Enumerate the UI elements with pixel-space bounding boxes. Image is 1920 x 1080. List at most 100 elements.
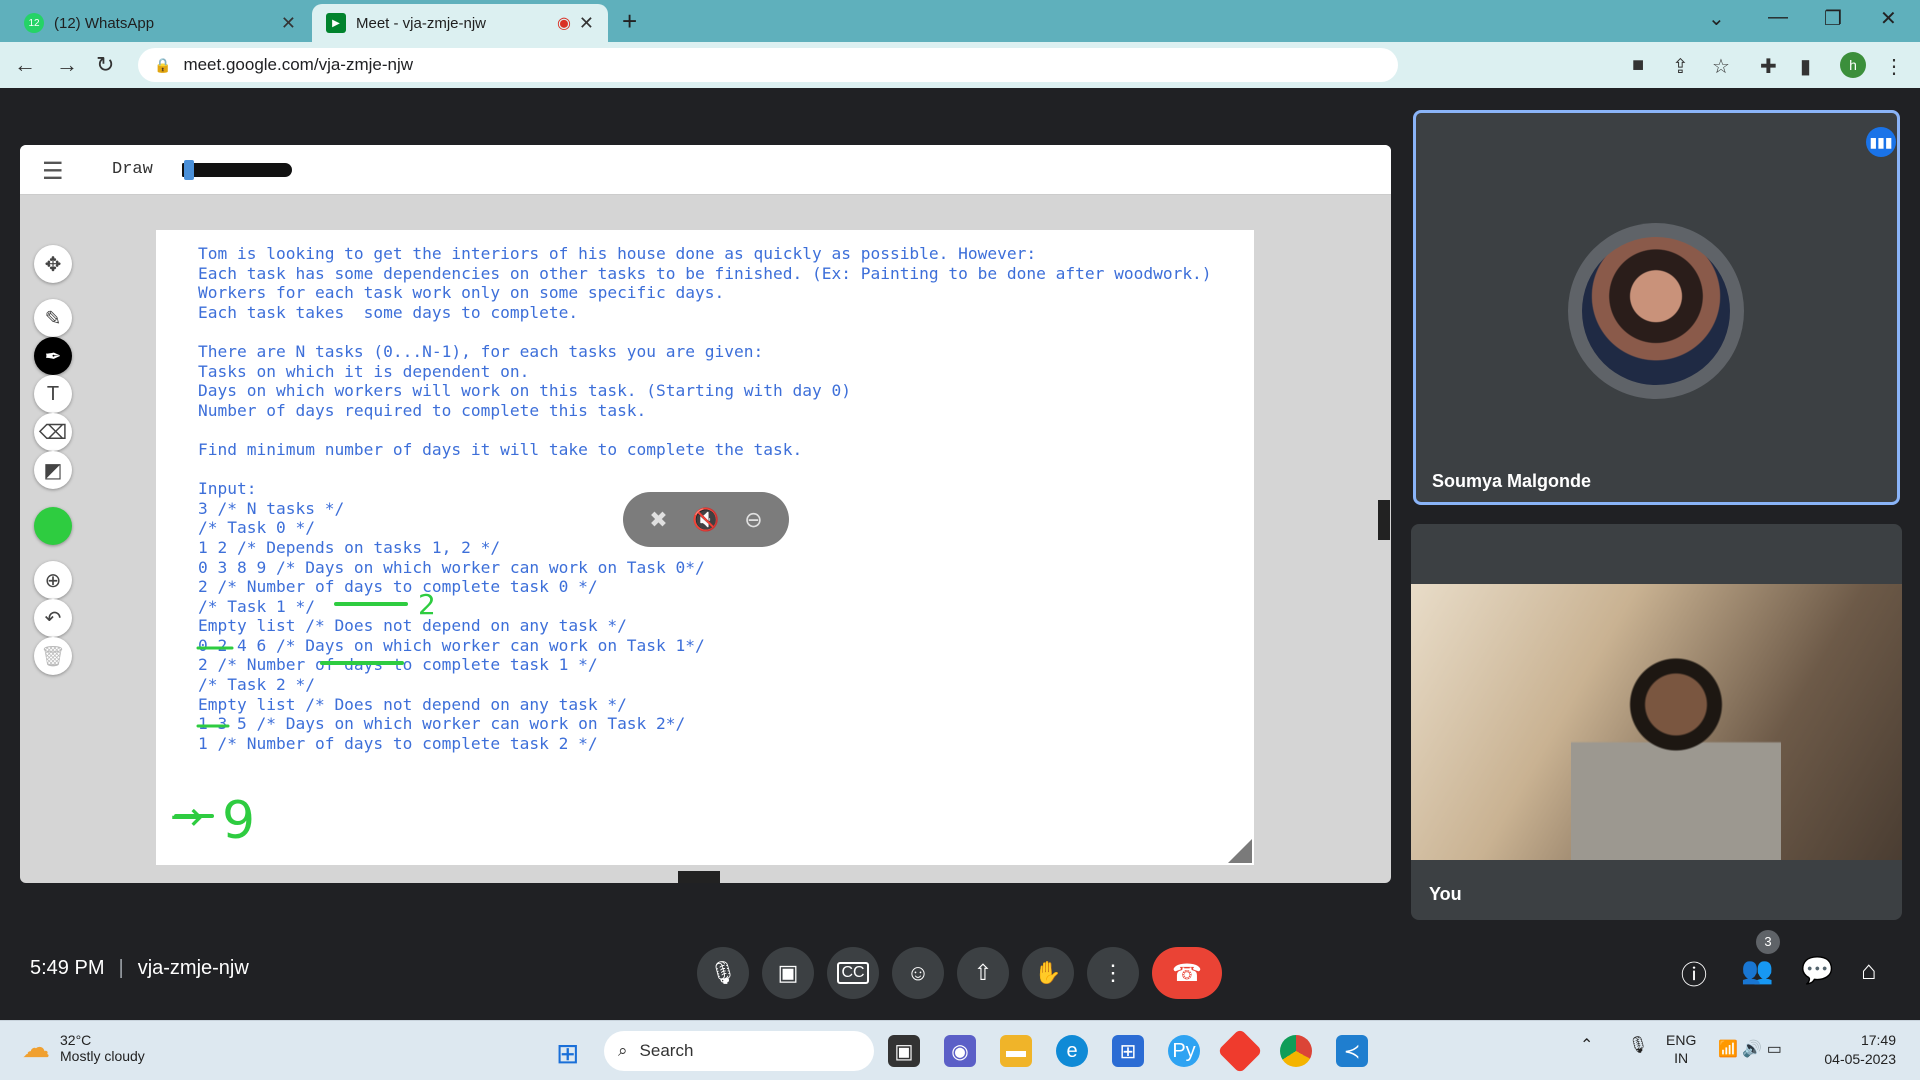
side-panel-icon[interactable]: ▮: [1800, 54, 1811, 79]
weather-temp: 32°C: [60, 1031, 92, 1048]
system-clock[interactable]: 17:49 04-05-2023: [1812, 1031, 1896, 1069]
microphone-tray-icon[interactable]: 🎙: [1628, 1037, 1648, 1054]
tab-whatsapp[interactable]: 12 (12) WhatsApp ✕: [10, 4, 310, 42]
url-text: meet.google.com/vja-zmje-njw: [183, 55, 414, 74]
horizontal-scrollbar[interactable]: [678, 871, 720, 883]
zoom-icon[interactable]: ⊕: [34, 561, 72, 599]
present-button[interactable]: ⇧: [957, 947, 1009, 999]
bookmark-star-icon[interactable]: ☆: [1712, 54, 1730, 79]
resize-handle[interactable]: [1228, 839, 1252, 863]
python-icon[interactable]: Py: [1168, 1035, 1200, 1067]
cloudy-weather-icon: ☁: [22, 1032, 50, 1063]
language-code: ENG: [1666, 1032, 1697, 1048]
share-icon[interactable]: ⇪: [1672, 54, 1689, 79]
back-icon[interactable]: ←: [14, 52, 36, 78]
pen-icon[interactable]: ✒: [34, 337, 72, 375]
close-tab-icon[interactable]: ✕: [281, 13, 296, 34]
wifi-volume-battery-icons[interactable]: 📶 🔊 ▭: [1718, 1039, 1782, 1059]
eraser-icon[interactable]: ⌫: [34, 413, 72, 451]
color-picker-icon[interactable]: [34, 507, 72, 545]
presentation-floating-controls: ✖ 🔇 ⊖: [623, 492, 789, 547]
url-bar[interactable]: 🔒 meet.google.com/vja-zmje-njw: [138, 48, 1398, 82]
close-window-button[interactable]: ✕: [1880, 6, 1897, 31]
mute-presentation-icon[interactable]: 🔇: [692, 507, 719, 533]
meeting-info: 5:49 PM | vja-zmje-njw: [30, 957, 249, 980]
teams-chat-icon[interactable]: ◉: [944, 1035, 976, 1067]
menu-kebab-icon[interactable]: ⋮: [1884, 54, 1904, 79]
move-tool-icon[interactable]: ✥: [34, 245, 72, 283]
self-video-person: [1571, 644, 1781, 860]
handwritten-arrow: →: [170, 794, 204, 840]
task-view-icon[interactable]: ▣: [888, 1035, 920, 1067]
meeting-code: vja-zmje-njw: [137, 957, 249, 979]
windows-start-icon[interactable]: ⊞: [556, 1037, 579, 1070]
emoji-icon: ☺: [906, 960, 930, 985]
language-indicator[interactable]: ENG IN: [1666, 1031, 1696, 1067]
undo-icon[interactable]: ↶: [34, 599, 72, 637]
clock-date: 04-05-2023: [1824, 1051, 1896, 1067]
git-icon[interactable]: [1217, 1028, 1263, 1074]
reload-icon[interactable]: ↻: [96, 52, 114, 78]
avatar: [1582, 237, 1730, 385]
vscode-icon[interactable]: ≺: [1336, 1035, 1368, 1067]
text-tool-icon[interactable]: T: [34, 375, 72, 413]
profile-avatar[interactable]: h: [1840, 52, 1866, 78]
camera-icon[interactable]: ■: [1632, 54, 1644, 77]
lock-icon[interactable]: 🔒: [154, 57, 171, 74]
unpin-icon[interactable]: ✖: [649, 507, 667, 533]
show-hidden-icons[interactable]: ⌃: [1580, 1037, 1593, 1054]
close-tab-icon[interactable]: ✕: [579, 13, 594, 34]
more-options-button[interactable]: ⋮: [1087, 947, 1139, 999]
pen-annotations: 2 → 9: [170, 588, 436, 851]
whiteboard-canvas[interactable]: Tom is looking to get the interiors of h…: [156, 230, 1254, 865]
handwritten-note: 2: [418, 588, 436, 621]
reactions-button[interactable]: ☺: [892, 947, 944, 999]
chat-icon[interactable]: 💬: [1801, 955, 1833, 986]
slider-knob[interactable]: [184, 160, 194, 180]
magic-pen-icon[interactable]: ✎: [34, 299, 72, 337]
chrome-icon[interactable]: [1280, 1035, 1312, 1067]
edge-browser-icon[interactable]: e: [1056, 1035, 1088, 1067]
forward-icon[interactable]: →: [56, 52, 78, 78]
weather-widget[interactable]: ☁ 32°C Mostly cloudy: [22, 1031, 145, 1064]
file-explorer-icon[interactable]: ▬: [1000, 1035, 1032, 1067]
camera-button[interactable]: ▣: [762, 947, 814, 999]
present-screen-icon: ⇧: [973, 960, 993, 985]
google-meet-icon: ▶: [326, 13, 346, 33]
captions-button[interactable]: CC: [827, 947, 879, 999]
tab-search-icon[interactable]: ⌄: [1708, 6, 1725, 31]
more-vert-icon: ⋮: [1102, 960, 1124, 985]
participant-name: You: [1429, 884, 1462, 904]
raise-hand-button[interactable]: ✋: [1022, 947, 1074, 999]
microphone-button[interactable]: 🎙: [697, 947, 749, 999]
activities-icon[interactable]: ⌂: [1861, 955, 1877, 986]
leave-call-button[interactable]: ☎: [1152, 947, 1222, 999]
minimize-button[interactable]: —: [1768, 6, 1788, 29]
browser-tab-strip: 12 (12) WhatsApp ✕ ▶ Meet - vja-zmje-njw…: [0, 0, 1920, 42]
microsoft-store-icon[interactable]: ⊞: [1112, 1035, 1144, 1067]
video-camera-icon: ▣: [777, 960, 799, 985]
restore-button[interactable]: ❐: [1824, 6, 1842, 31]
taskbar-search[interactable]: ⌕ Search: [604, 1031, 874, 1071]
minimize-presentation-icon[interactable]: ⊖: [744, 507, 762, 533]
participant-tile[interactable]: ▮▮▮ Soumya Malgonde: [1413, 110, 1900, 505]
pen-size-slider[interactable]: [182, 160, 292, 180]
address-toolbar: ← → ↻ 🔒 meet.google.com/vja-zmje-njw ■ ⇪…: [0, 42, 1920, 88]
vertical-scrollbar[interactable]: [1378, 500, 1390, 540]
self-video-feed: [1411, 584, 1902, 860]
tab-title: (12) WhatsApp: [54, 14, 155, 32]
delete-icon[interactable]: 🗑: [34, 637, 72, 675]
tab-title: Meet - vja-zmje-njw: [356, 14, 487, 32]
windows-taskbar: ☁ 32°C Mostly cloudy ⊞ ⌕ Search ▣ ◉ ▬ e …: [0, 1020, 1920, 1080]
people-icon[interactable]: 👥: [1741, 955, 1773, 986]
hamburger-menu-icon[interactable]: ☰: [42, 157, 64, 186]
weather-desc: Mostly cloudy: [60, 1047, 145, 1064]
meeting-details-icon[interactable]: ⓘ: [1681, 955, 1707, 992]
region-code: IN: [1674, 1050, 1689, 1066]
participant-tile-self[interactable]: You: [1411, 524, 1902, 920]
extensions-icon[interactable]: ✚: [1760, 54, 1777, 79]
hang-up-icon: ☎: [1172, 959, 1202, 987]
shape-tool-icon[interactable]: ◩: [34, 451, 72, 489]
tab-meet[interactable]: ▶ Meet - vja-zmje-njw ◉ ✕: [312, 4, 608, 42]
new-tab-button[interactable]: +: [622, 6, 637, 37]
